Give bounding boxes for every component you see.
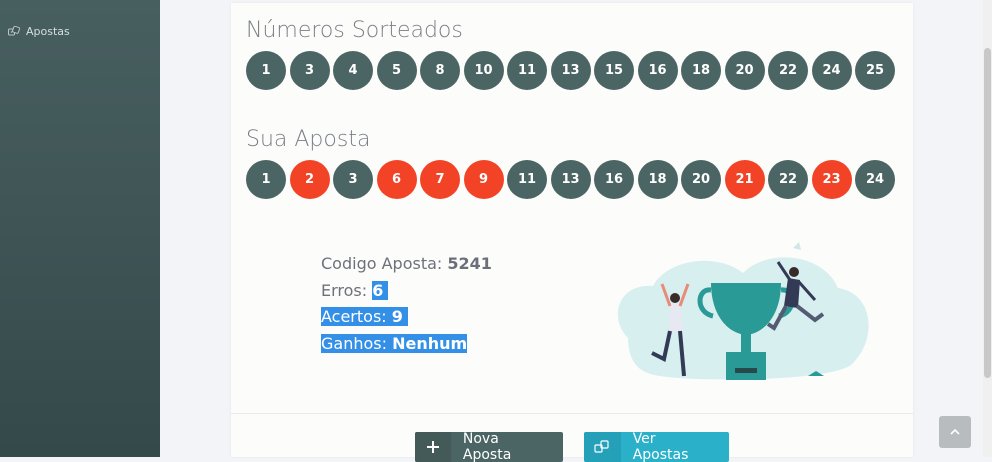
bet-ball: 24 xyxy=(855,160,895,199)
hits-value: 9 xyxy=(391,307,403,326)
bet-ball: 9 xyxy=(463,160,504,199)
hits-line: Acertos: 9 xyxy=(321,306,492,333)
bet-ball: 6 xyxy=(376,160,417,199)
winners-trophy-illustration xyxy=(608,228,873,392)
bet-ball: 23 xyxy=(811,160,852,199)
view-bets-button[interactable]: Ver Apostas xyxy=(584,432,729,462)
bet-ball: 2 xyxy=(289,160,330,199)
plus-icon xyxy=(415,432,451,462)
sidebar-item-apostas[interactable]: Apostas xyxy=(8,25,70,38)
bet-ball: 18 xyxy=(637,160,678,199)
drawn-numbers-title: Números Sorteados xyxy=(246,18,463,43)
bet-ball: 16 xyxy=(594,160,634,199)
drawn-ball: 3 xyxy=(289,51,330,90)
drawn-ball: 4 xyxy=(333,51,373,90)
drawn-ball: 22 xyxy=(768,51,808,90)
drawn-ball: 15 xyxy=(594,51,634,90)
drawn-ball: 16 xyxy=(637,51,678,90)
drawn-ball: 13 xyxy=(550,51,591,90)
bet-ball: 1 xyxy=(246,160,286,199)
dice-icon xyxy=(584,432,621,462)
errors-value: 6 xyxy=(372,280,384,300)
sidebar: Apostas xyxy=(0,0,160,457)
drawn-ball: 1 xyxy=(246,51,286,90)
scrollbar-thumb[interactable] xyxy=(984,48,991,378)
gains-label: Ganhos: xyxy=(321,333,393,353)
gains-line: Ganhos: Nenhum xyxy=(321,333,492,360)
bet-ball: 21 xyxy=(724,160,765,199)
bet-ball: 3 xyxy=(333,160,373,199)
bet-code-value: 5241 xyxy=(447,254,492,273)
bet-summary: Codigo Aposta: 5241 Erros: 6 Acertos: 9 … xyxy=(321,253,492,359)
new-bet-button[interactable]: Nova Aposta xyxy=(415,432,563,462)
sidebar-item-label: Apostas xyxy=(26,25,70,38)
card-footer-divider xyxy=(231,413,913,414)
bet-ball: 13 xyxy=(550,160,591,199)
drawn-ball: 10 xyxy=(463,51,504,90)
bet-ball: 11 xyxy=(507,160,547,199)
chevron-up-icon xyxy=(950,425,960,439)
drawn-ball: 25 xyxy=(855,51,895,90)
new-bet-label: Nova Aposta xyxy=(462,432,512,462)
drawn-ball: 5 xyxy=(376,51,417,90)
bet-ball: 20 xyxy=(681,160,721,199)
drawn-ball: 18 xyxy=(681,51,721,90)
drawn-numbers-row: 1 3 4 5 8 10 11 13 15 16 18 20 22 24 25 xyxy=(246,51,895,90)
errors-line: Erros: 6 xyxy=(321,280,492,307)
gains-value: Nenhum xyxy=(392,333,468,353)
bet-numbers-row: 1 2 3 6 7 9 11 13 16 18 20 21 22 23 24 xyxy=(246,160,895,199)
dice-icon xyxy=(8,25,20,38)
errors-label: Erros: xyxy=(321,280,373,300)
bet-ball: 7 xyxy=(420,160,460,199)
scroll-to-top-button[interactable] xyxy=(939,416,971,448)
bet-numbers-title: Sua Aposta xyxy=(246,127,371,152)
drawn-ball: 20 xyxy=(724,51,765,90)
bet-code-line: Codigo Aposta: 5241 xyxy=(321,253,492,280)
bet-result-card: Números Sorteados 1 3 4 5 8 10 11 13 15 16 18 20 22 2… xyxy=(231,3,913,457)
drawn-ball: 11 xyxy=(507,51,547,90)
hits-label: Acertos: xyxy=(321,307,392,326)
bet-ball: 22 xyxy=(768,160,808,199)
bet-code-label: Codigo Aposta: xyxy=(321,254,448,273)
drawn-ball: 8 xyxy=(420,51,460,90)
view-bets-label: Ver Apostas xyxy=(632,432,689,462)
page-scrollbar[interactable] xyxy=(983,0,992,457)
drawn-ball: 24 xyxy=(811,51,852,90)
